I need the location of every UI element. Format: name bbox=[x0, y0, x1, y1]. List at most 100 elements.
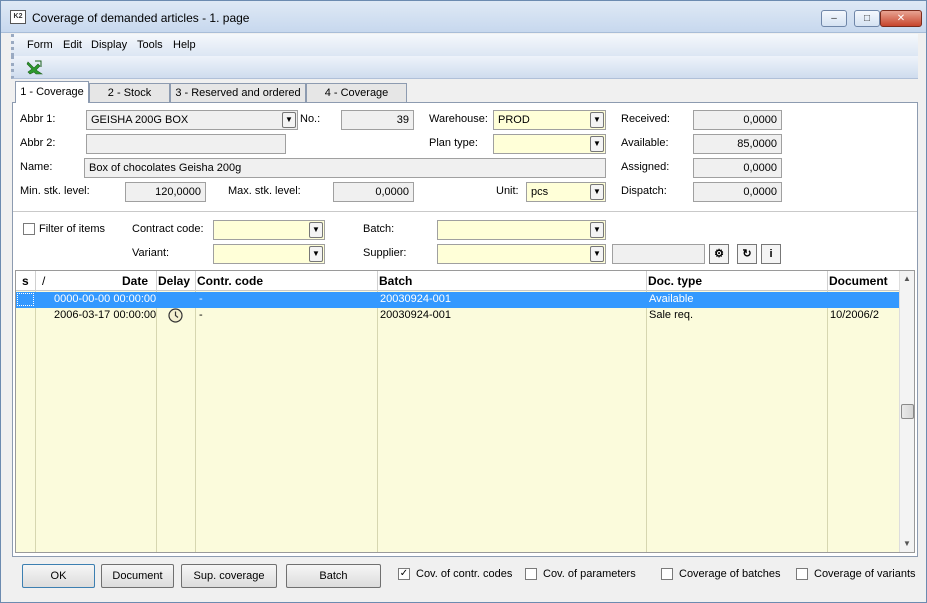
refresh-icon[interactable]: ↻ bbox=[737, 244, 757, 264]
row-select-cell[interactable] bbox=[17, 293, 34, 306]
chevron-down-icon[interactable]: ▼ bbox=[282, 112, 296, 128]
plan-type-select[interactable]: ▼ bbox=[493, 134, 606, 154]
col-contr-code-header[interactable]: Contr. code bbox=[197, 274, 263, 288]
filter-items-checkbox[interactable] bbox=[23, 223, 35, 235]
unit-select[interactable]: pcs ▼ bbox=[526, 182, 606, 202]
chevron-down-icon[interactable]: ▼ bbox=[590, 184, 604, 200]
tab-coverage[interactable]: 1 - Coverage bbox=[15, 81, 89, 103]
received-field[interactable]: 0,0000 bbox=[693, 110, 782, 130]
grid-line bbox=[35, 291, 36, 552]
scroll-up-icon[interactable]: ▲ bbox=[903, 274, 911, 283]
col-divider bbox=[827, 271, 828, 291]
col-sort-header[interactable]: / bbox=[42, 274, 45, 288]
tab-stock-levels[interactable]: 2 - Stock levels bbox=[89, 83, 170, 117]
green-arrow-icon[interactable] bbox=[26, 59, 44, 75]
scrollbar-thumb[interactable] bbox=[901, 404, 914, 419]
max-stk-field[interactable]: 0,0000 bbox=[333, 182, 414, 202]
chevron-down-icon[interactable]: ▼ bbox=[309, 222, 323, 238]
cov-parameters-checkbox[interactable] bbox=[525, 568, 537, 580]
variant-label: Variant: bbox=[132, 247, 170, 259]
col-divider bbox=[646, 271, 647, 291]
min-stk-field[interactable]: 120,0000 bbox=[125, 182, 206, 202]
menu-display[interactable]: Display bbox=[91, 39, 127, 51]
menu-bar: Form Edit Display Tools Help bbox=[11, 34, 918, 56]
table-row[interactable]: 0000-00-00 00:00:00 - 20030924-001 Avail… bbox=[16, 292, 901, 308]
minimize-button[interactable]: ‒ bbox=[821, 10, 847, 27]
cov-contr-codes-checkbox[interactable]: ✓ bbox=[398, 568, 410, 580]
assigned-field[interactable]: 0,0000 bbox=[693, 158, 782, 178]
info-icon[interactable]: i bbox=[761, 244, 781, 264]
chevron-down-icon[interactable]: ▼ bbox=[590, 246, 604, 262]
main-window: K2 Coverage of demanded articles - 1. pa… bbox=[0, 0, 927, 603]
assigned-label: Assigned: bbox=[621, 161, 670, 173]
contract-code-select[interactable]: ▼ bbox=[213, 220, 325, 240]
name-field[interactable]: Box of chocolates Geisha 200g bbox=[84, 158, 606, 178]
batch-button[interactable]: Batch bbox=[286, 564, 381, 588]
coverage-grid: s / Date Delay Contr. code Batch Doc. ty… bbox=[15, 270, 915, 553]
coverage-variants-checkbox[interactable] bbox=[796, 568, 808, 580]
maximize-button[interactable]: □ bbox=[854, 10, 880, 27]
col-document-header[interactable]: Document bbox=[829, 274, 888, 288]
col-delay-header[interactable]: Delay bbox=[158, 274, 190, 288]
chevron-down-icon[interactable]: ▼ bbox=[309, 246, 323, 262]
tab-coverage-chart[interactable]: 4 - Coverage chart bbox=[306, 83, 407, 117]
min-stk-label: Min. stk. level: bbox=[20, 185, 90, 197]
abbr2-label: Abbr 2: bbox=[20, 137, 56, 149]
table-row[interactable]: 2006-03-17 00:00:00 - 20030924-001 Sale … bbox=[16, 308, 901, 324]
grid-line bbox=[377, 291, 378, 552]
name-label: Name: bbox=[20, 161, 53, 173]
col-doc-type-header[interactable]: Doc. type bbox=[648, 274, 702, 288]
filter-items-label: Filter of items bbox=[39, 223, 106, 235]
chevron-down-icon[interactable]: ▼ bbox=[590, 112, 604, 128]
close-button[interactable]: ✕ bbox=[880, 10, 922, 27]
abbr2-field[interactable] bbox=[86, 134, 286, 154]
unit-label: Unit: bbox=[496, 185, 519, 197]
grid-line bbox=[156, 291, 157, 552]
menu-tools[interactable]: Tools bbox=[137, 39, 163, 51]
scroll-down-icon[interactable]: ▼ bbox=[903, 539, 911, 548]
clock-icon bbox=[168, 308, 183, 323]
chevron-down-icon[interactable]: ▼ bbox=[590, 136, 604, 152]
warehouse-select[interactable]: PROD ▼ bbox=[493, 110, 606, 130]
coverage-batches-checkbox[interactable] bbox=[661, 568, 673, 580]
variant-select[interactable]: ▼ bbox=[213, 244, 325, 264]
menu-edit[interactable]: Edit bbox=[63, 39, 82, 51]
toolbar bbox=[11, 56, 918, 79]
batch-cell: 20030924-001 bbox=[380, 293, 451, 305]
ok-button[interactable]: OK bbox=[22, 564, 95, 588]
col-date-header[interactable]: Date bbox=[122, 274, 148, 288]
batch-filter-select[interactable]: ▼ bbox=[437, 220, 606, 240]
doc-type-cell: Available bbox=[649, 293, 694, 305]
available-field[interactable]: 85,0000 bbox=[693, 134, 782, 154]
menu-form[interactable]: Form bbox=[27, 39, 53, 51]
plan-type-label: Plan type: bbox=[429, 137, 478, 149]
col-divider bbox=[377, 271, 378, 291]
doc-type-cell: Sale req. bbox=[649, 309, 694, 321]
batch-filter-label: Batch: bbox=[363, 223, 395, 235]
available-label: Available: bbox=[621, 137, 669, 149]
chevron-down-icon[interactable]: ▼ bbox=[590, 222, 604, 238]
cov-contr-codes-label: Cov. of contr. codes bbox=[416, 568, 513, 580]
title-bar[interactable]: K2 Coverage of demanded articles - 1. pa… bbox=[1, 1, 926, 33]
document-cell: 10/2006/2 bbox=[830, 309, 879, 321]
window-title: Coverage of demanded articles - 1. page bbox=[32, 11, 250, 25]
menu-help[interactable]: Help bbox=[173, 39, 196, 51]
abbr1-select[interactable]: GEISHA 200G BOX ▼ bbox=[86, 110, 298, 130]
col-s-header[interactable]: s bbox=[22, 274, 29, 288]
vertical-scrollbar[interactable]: ▲ ▼ bbox=[899, 271, 914, 552]
sup-coverage-button[interactable]: Sup. coverage bbox=[181, 564, 277, 588]
received-label: Received: bbox=[621, 113, 670, 125]
max-stk-label: Max. stk. level: bbox=[228, 185, 301, 197]
warehouse-label: Warehouse: bbox=[429, 113, 488, 125]
abbr1-value: GEISHA 200G BOX bbox=[91, 114, 189, 126]
tab-reserved-ordered[interactable]: 3 - Reserved and ordered bbox=[170, 83, 306, 102]
dispatch-field[interactable]: 0,0000 bbox=[693, 182, 782, 202]
contract-code-label: Contract code: bbox=[132, 223, 204, 235]
col-batch-header[interactable]: Batch bbox=[379, 274, 412, 288]
supplier-select[interactable]: ▼ bbox=[437, 244, 606, 264]
abbr1-label: Abbr 1: bbox=[20, 113, 56, 125]
extra-filter-field[interactable] bbox=[612, 244, 705, 264]
document-button[interactable]: Document bbox=[101, 564, 174, 588]
settings-gear-icon[interactable]: ⚙ bbox=[709, 244, 729, 264]
no-field[interactable]: 39 bbox=[341, 110, 414, 130]
